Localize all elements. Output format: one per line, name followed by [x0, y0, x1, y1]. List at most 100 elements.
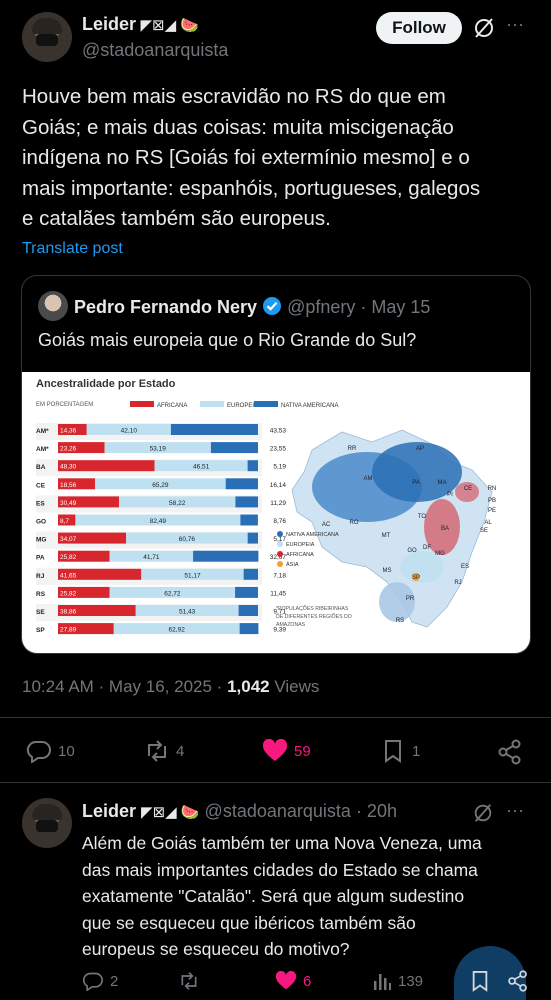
bookmark-icon — [472, 971, 488, 992]
reply-author-badges: ◤⊠◢ 🍉 — [141, 804, 200, 821]
map-state-label: MG — [435, 551, 445, 557]
quoted-post[interactable]: Pedro Fernando Nery @pfnery · May 15 Goi… — [21, 275, 531, 654]
quote-text: Goiás mais europeia que o Rio Grande do … — [38, 330, 417, 350]
post-text-line: mais importante: espanhóis, portugueses,… — [22, 176, 481, 200]
quote-author-name[interactable]: Pedro Fernando Nery — [74, 297, 257, 317]
category-label: SE — [36, 609, 45, 616]
legend-label: NATIVA AMERICANA — [281, 403, 338, 409]
like-button[interactable]: 59 — [262, 739, 311, 763]
reply-text-line: das mais importantes cidades do Estado s… — [82, 859, 478, 880]
like-count: 59 — [294, 742, 311, 760]
more-icon[interactable]: ··· — [506, 14, 524, 35]
category-label: RS — [36, 591, 46, 598]
chart-title: Ancestralidade por Estado — [36, 378, 176, 390]
follow-button[interactable]: Follow — [376, 12, 462, 44]
category-label: AM* — [36, 446, 49, 453]
bar-nativa-americana — [235, 496, 258, 508]
reply-repost-button[interactable] — [178, 971, 200, 991]
bar-value-label: 18,56 — [60, 482, 77, 489]
map-legend-label: EUROPEIA — [286, 542, 315, 548]
map-state-label: GO — [407, 548, 417, 554]
reply-more-icon[interactable]: ··· — [506, 800, 524, 821]
legend-swatch — [130, 401, 154, 407]
reply-bookmark-button[interactable] — [470, 970, 490, 997]
post-meta: 10:24 AM · May 16, 2025 · 1,042 Views — [22, 677, 319, 697]
divider — [0, 782, 551, 783]
post-timestamp[interactable]: 10:24 AM · May 16, 2025 · — [22, 677, 227, 696]
legend-label: AFRICANA — [157, 403, 187, 409]
map-state-label: AP — [416, 446, 424, 452]
reply-author-avatar[interactable] — [22, 798, 72, 848]
reply-button[interactable]: 10 — [26, 739, 75, 763]
author-name[interactable]: Leider — [82, 14, 136, 34]
reply-author-handle[interactable]: @stadoanarquista — [205, 801, 351, 821]
bar-value-label: 65,29 — [152, 482, 169, 489]
translate-link[interactable]: Translate post — [22, 240, 123, 258]
map-footnote: *POPULAÇÕES RIBEIRINHAS — [276, 605, 349, 612]
post-text-line: e catalães também são europeus. — [22, 207, 331, 230]
bar-nativa-americana — [240, 514, 258, 526]
reply-views-button[interactable]: 139 — [372, 971, 423, 991]
reply-time[interactable]: · 20h — [356, 801, 397, 821]
quote-date: · May 15 — [360, 297, 431, 317]
bar-value-label: 43,53 — [270, 428, 287, 435]
author-handle[interactable]: @stadoanarquista — [82, 40, 228, 61]
map-state-label: SP — [412, 575, 420, 581]
reply-share-button[interactable] — [507, 970, 529, 997]
map-legend-dot — [277, 531, 283, 537]
category-label: MG — [36, 537, 46, 544]
share-button[interactable] — [497, 739, 523, 770]
bar-nativa-americana — [193, 550, 259, 562]
quote-author-handle[interactable]: @pfnery — [287, 297, 355, 317]
post-text-line: indígena no RS [Goiás foi extermínio mes… — [22, 146, 470, 169]
heart-icon — [262, 739, 288, 761]
quote-avatar[interactable] — [38, 291, 68, 321]
reply-like-button[interactable]: 6 — [275, 971, 311, 991]
chart-subtitle: EM PORCENTAGEM — [36, 402, 93, 408]
reply-count: 10 — [58, 742, 75, 760]
map-state-label: TO — [418, 514, 427, 520]
author-name-row[interactable]: Leider ◤⊠◢ 🍉 — [82, 14, 199, 35]
grok-icon[interactable] — [472, 16, 496, 40]
post-text-line: Goiás; e mais duas coisas: muita miscige… — [22, 115, 454, 139]
bar-nativa-americana — [235, 586, 258, 598]
bar-value-label: 11,29 — [270, 500, 286, 507]
category-label: GO — [36, 519, 46, 526]
bar-value-label: 82,49 — [150, 518, 167, 525]
post-text: Houve bem mais escravidão no RS do que e… — [22, 82, 537, 235]
map-state-label: RN — [488, 486, 497, 492]
author-avatar[interactable] — [22, 12, 72, 62]
map-state-label: PB — [488, 498, 496, 504]
bar-value-label: 27,89 — [60, 627, 77, 634]
map-legend-label: AFRICANA — [286, 552, 314, 558]
bar-value-label: 14,36 — [60, 428, 77, 435]
reply-header: Leider ◤⊠◢ 🍉 @stadoanarquista · 20h — [82, 801, 397, 822]
bar-value-label: 23,26 — [60, 446, 77, 453]
reply-author-name[interactable]: Leider — [82, 801, 136, 821]
reply-icon — [26, 740, 51, 763]
bar-value-label: 23,55 — [270, 446, 287, 453]
map-state-label: DF — [423, 545, 431, 551]
reply-text-line: que se esqueceu que ibéricos também são — [82, 912, 416, 933]
bar-value-label: 48,30 — [60, 464, 77, 471]
map-state-label: RR — [348, 446, 357, 452]
bar-value-label: 62,92 — [169, 627, 186, 634]
reply-grok-icon[interactable] — [472, 802, 494, 829]
repost-button[interactable]: 4 — [144, 739, 184, 763]
views-label: Views — [269, 677, 320, 696]
views-count: 1,042 — [227, 677, 270, 696]
bar-value-label: 51,43 — [179, 609, 196, 616]
bar-value-label: 30,49 — [60, 500, 77, 507]
map-state-label: RS — [396, 618, 404, 624]
bookmark-button[interactable]: 1 — [382, 739, 420, 763]
bar-value-label: 58,22 — [169, 500, 186, 507]
bar-value-label: 41,65 — [60, 572, 77, 579]
bar-value-label: 41,71 — [143, 554, 160, 561]
reply-icon — [82, 972, 103, 991]
reply-views-count: 139 — [398, 972, 424, 990]
bar-value-label: 25,82 — [60, 590, 77, 597]
reply-reply-button[interactable]: 2 — [82, 971, 118, 991]
chart-image[interactable]: Ancestralidade por Estado EM PORCENTAGEM… — [22, 372, 530, 653]
repost-icon — [148, 740, 166, 762]
map-region-northeast — [455, 482, 479, 502]
